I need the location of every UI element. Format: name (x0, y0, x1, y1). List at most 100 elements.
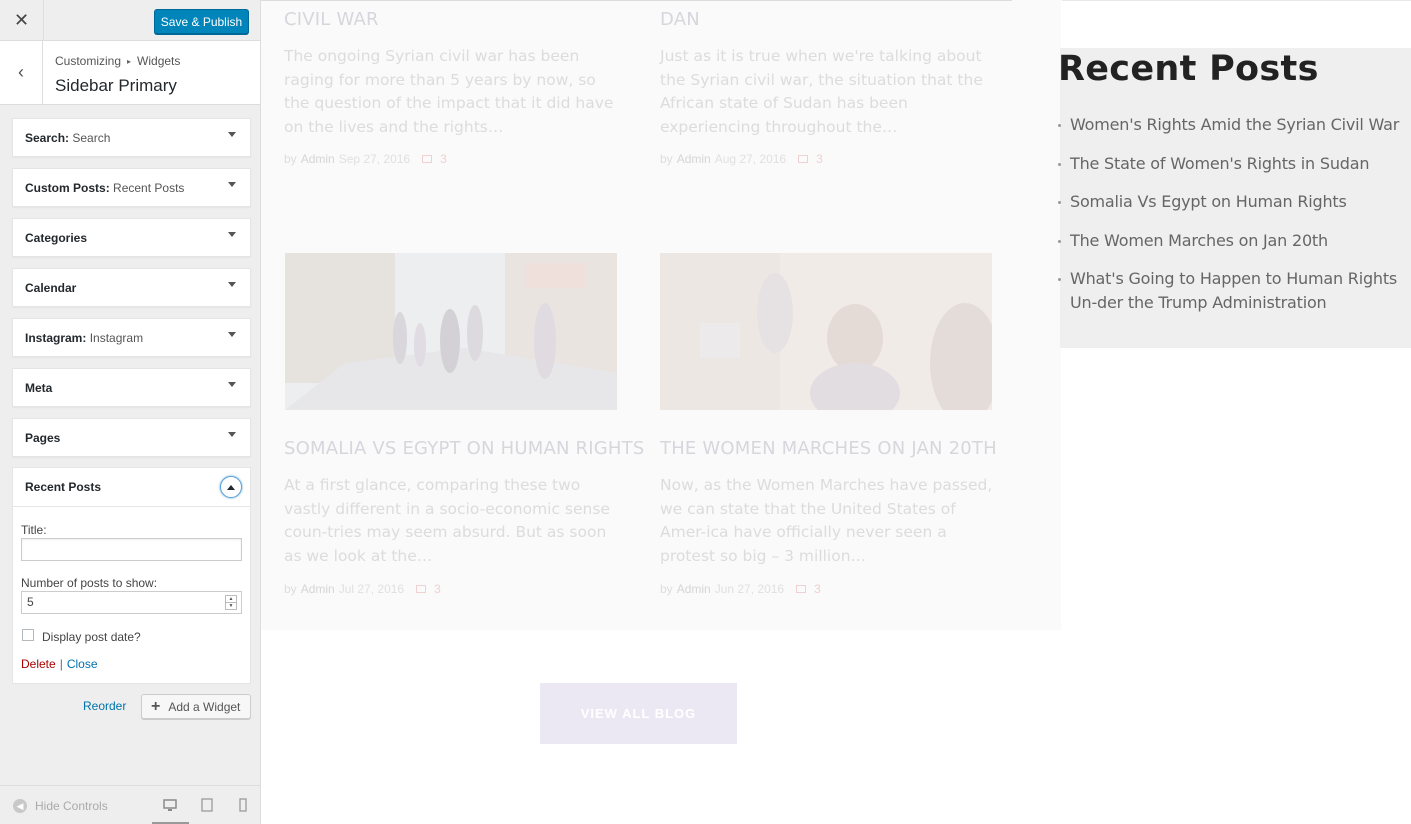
recent-post-link[interactable]: The Women Marches on Jan 20th (1058, 229, 1403, 253)
widget-title: Recent Posts (25, 480, 102, 494)
widget-title: Instagram: Instagram (25, 331, 144, 345)
view-all-blog-button[interactable]: VIEW ALL BLOG (540, 683, 737, 744)
divider: | (59, 657, 63, 671)
recent-post-link[interactable]: Somalia Vs Egypt on Human Rights (1058, 190, 1403, 214)
bullet-icon (1058, 201, 1061, 204)
bullet-icon (1058, 239, 1061, 243)
chevron-up-icon[interactable] (220, 476, 242, 498)
widget-actions: Delete | Close (21, 657, 98, 671)
post-author[interactable]: Admin (301, 152, 335, 166)
mobile-icon[interactable] (236, 798, 250, 812)
widget-pages[interactable]: Pages (12, 418, 251, 457)
recent-post-link[interactable]: Women's Rights Amid the Syrian Civil War (1058, 113, 1403, 137)
post-title[interactable]: DAN (660, 9, 700, 30)
save-publish-button[interactable]: Save & Publish (154, 9, 249, 34)
recent-post-link[interactable]: What's Going to Happen to Human Rights U… (1058, 267, 1403, 314)
post-title[interactable]: CIVIL WAR (284, 9, 379, 30)
reorder-link[interactable]: Reorder (83, 699, 126, 713)
section-title: Sidebar Primary (55, 76, 177, 95)
widget-title: Categories (25, 231, 88, 245)
widget-instagram[interactable]: Instagram: Instagram (12, 318, 251, 357)
recent-posts-list: Women's Rights Amid the Syrian Civil War… (1058, 113, 1403, 329)
posts-count-value: 5 (27, 595, 34, 609)
collapse-circle-icon: ◀ (13, 799, 27, 813)
chevron-down-icon[interactable] (228, 382, 236, 387)
bullet-icon (1058, 162, 1061, 166)
widget-meta[interactable]: Meta (12, 368, 251, 407)
widget-calendar[interactable]: Calendar (12, 268, 251, 307)
widget-categories[interactable]: Categories (12, 218, 251, 257)
chevron-down-icon[interactable] (228, 282, 236, 287)
widget-title: Calendar (25, 281, 77, 295)
hide-controls-label: Hide Controls (35, 799, 108, 813)
divider (261, 0, 1012, 1)
bullet-icon (1058, 278, 1061, 281)
close-link[interactable]: Close (67, 657, 98, 671)
post-date: Jun 27, 2016 (714, 582, 785, 596)
comment-icon (422, 155, 433, 163)
widget-title: Search: Search (25, 131, 111, 145)
post-author[interactable]: Admin (677, 582, 711, 596)
comment-count: 3 (440, 152, 447, 166)
section-header: ‹ Customizing ▸ Widgets Sidebar Primary (0, 41, 260, 105)
customizer-footer: ◀ Hide Controls (0, 785, 260, 824)
chevron-down-icon[interactable] (228, 432, 236, 437)
comment-icon (796, 585, 807, 593)
customizer-header: ✕ Save & Publish (0, 0, 260, 41)
widget-search[interactable]: Search: Search (12, 118, 251, 157)
comment-icon (798, 155, 809, 163)
site-preview: CIVIL WAR The ongoing Syrian civil war h… (261, 0, 1411, 824)
add-widget-button[interactable]: + Add a Widget (141, 694, 251, 719)
comment-count: 3 (816, 152, 823, 166)
recent-posts-heading: Recent Posts (1058, 49, 1319, 89)
post-author[interactable]: Admin (301, 582, 335, 596)
back-arrow-icon[interactable]: ‹ (0, 41, 43, 104)
title-field[interactable] (21, 538, 242, 561)
post-meta: by Admin Sep 27, 2016 3 (284, 152, 447, 166)
chevron-down-icon[interactable] (228, 132, 236, 137)
comment-count: 3 (814, 582, 821, 596)
tablet-icon[interactable] (200, 798, 214, 812)
post-title[interactable]: THE WOMEN MARCHES ON JAN 20TH (660, 438, 997, 459)
post-excerpt: The ongoing Syrian civil war has been ra… (284, 47, 614, 137)
post-meta: by Admin Jun 27, 2016 3 (660, 582, 821, 596)
comment-icon (416, 585, 427, 593)
post-date: Aug 27, 2016 (714, 152, 787, 166)
breadcrumb-separator-icon: ▸ (127, 56, 132, 66)
widget-header[interactable]: Recent Posts (13, 468, 250, 507)
add-widget-label: Add a Widget (168, 699, 241, 714)
recent-post-link[interactable]: The State of Women's Rights in Sudan (1058, 152, 1403, 176)
customizer-sidebar: ✕ Save & Publish ‹ Customizing ▸ Widgets… (0, 0, 261, 824)
post-excerpt: Just as it is true when we're talking ab… (660, 47, 983, 137)
breadcrumb-child: Widgets (137, 54, 181, 68)
post-author[interactable]: Admin (677, 152, 711, 166)
comment-count: 3 (434, 582, 441, 596)
widget-title: Custom Posts: Recent Posts (25, 181, 185, 195)
post-image[interactable] (285, 253, 617, 410)
post-meta: by Admin Aug 27, 2016 3 (660, 152, 823, 166)
chevron-down-icon[interactable] (228, 332, 236, 337)
hide-controls-button[interactable]: ◀ Hide Controls (13, 799, 108, 813)
breadcrumb-root: Customizing (55, 54, 122, 68)
plus-icon: + (151, 697, 161, 715)
breadcrumb: Customizing ▸ Widgets (55, 54, 180, 68)
widget-title: Meta (25, 381, 53, 395)
stepper-arrows[interactable]: ▲ ▼ (225, 595, 237, 610)
delete-link[interactable]: Delete (21, 657, 56, 671)
post-date: Sep 27, 2016 (338, 152, 411, 166)
chevron-down-icon[interactable] (228, 232, 236, 237)
chevron-down-icon[interactable] (228, 182, 236, 187)
close-icon[interactable]: ✕ (0, 0, 44, 41)
display-date-label: Display post date? (42, 630, 141, 644)
bullet-icon (1058, 124, 1061, 127)
desktop-icon[interactable] (163, 798, 177, 812)
posts-count-stepper[interactable]: 5 ▲ ▼ (21, 591, 242, 614)
divider (1062, 0, 1411, 1)
post-image[interactable] (660, 253, 992, 410)
widget-recent-posts: Recent Posts Title: Number of posts to s… (12, 467, 251, 684)
post-title[interactable]: SOMALIA VS EGYPT ON HUMAN RIGHTS (284, 438, 644, 459)
display-date-checkbox[interactable] (22, 629, 34, 641)
widget-custom-posts[interactable]: Custom Posts: Recent Posts (12, 168, 251, 207)
post-meta: by Admin Jul 27, 2016 3 (284, 582, 441, 596)
count-label: Number of posts to show: (21, 576, 158, 590)
